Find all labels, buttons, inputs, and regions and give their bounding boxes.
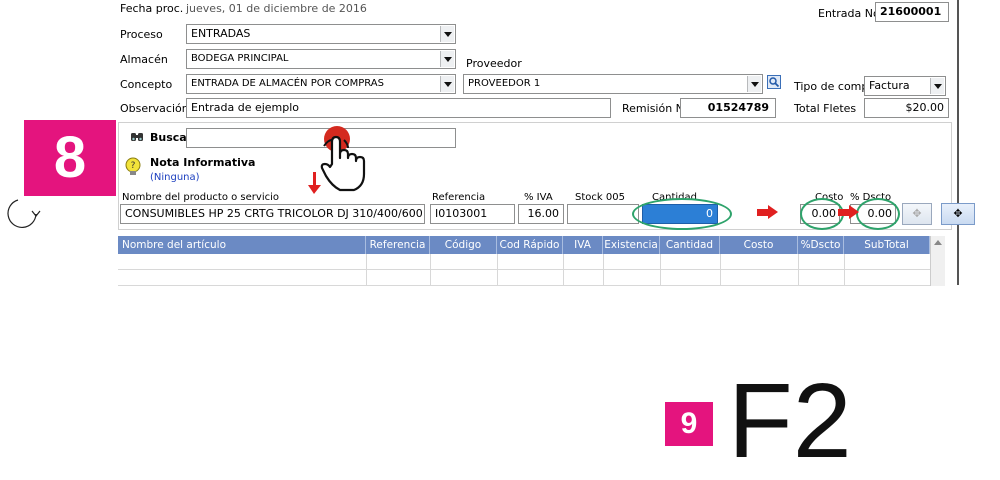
chevron-down-icon[interactable] xyxy=(440,76,454,92)
add-disabled-button: ✥ xyxy=(902,203,932,225)
step-8-badge: 8 xyxy=(24,120,116,196)
remision-input[interactable]: 01524789 xyxy=(680,98,776,118)
col-cantidad[interactable]: Cantidad xyxy=(660,236,720,254)
almacen-value: BODEGA PRINCIPAL xyxy=(191,53,289,64)
svg-text:?: ? xyxy=(131,161,136,171)
iva-input[interactable]: 16.00 xyxy=(518,204,564,224)
dscto-highlight xyxy=(856,198,900,230)
pointing-hand-icon xyxy=(318,134,374,197)
col-nombre[interactable]: Nombre del artículo xyxy=(118,236,366,254)
red-down-arrow-head xyxy=(308,185,321,194)
step-9-badge: 9 xyxy=(665,402,713,446)
f2-key-label: F2 xyxy=(728,362,852,480)
total-fletes-input[interactable]: $20.00 xyxy=(864,98,949,118)
fecha-value: jueves, 01 de diciembre de 2016 xyxy=(186,2,367,15)
entrada-label: Entrada No xyxy=(818,7,880,20)
nota-title: Nota Informativa xyxy=(150,156,256,169)
col-iva[interactable]: IVA xyxy=(563,236,603,254)
scroll-up-icon[interactable] xyxy=(934,240,942,245)
referencia-label: Referencia xyxy=(432,192,486,203)
col-costo[interactable]: Costo xyxy=(720,236,798,254)
binoculars-icon xyxy=(130,131,144,146)
proceso-select[interactable]: ENTRADAS xyxy=(186,24,456,44)
col-existencia[interactable]: Existencia xyxy=(603,236,660,254)
proceso-value: ENTRADAS xyxy=(191,27,251,40)
chevron-down-icon[interactable] xyxy=(930,78,944,94)
tipo-compra-select[interactable]: Factura xyxy=(864,76,946,96)
red-right-arrow-head xyxy=(849,205,859,219)
observacion-input[interactable]: Entrada de ejemplo xyxy=(186,98,611,118)
concepto-select[interactable]: ENTRADA DE ALMACÉN POR COMPRAS xyxy=(186,74,456,94)
col-subtotal[interactable]: SubTotal xyxy=(844,236,930,254)
entrada-number-field[interactable]: 21600001 xyxy=(875,2,949,22)
stock-label: Stock 005 xyxy=(575,192,625,203)
window-right-edge xyxy=(957,0,959,285)
items-grid-header: Nombre del artículo Referencia Código Co… xyxy=(118,236,930,254)
table-row[interactable] xyxy=(118,254,930,270)
search-provider-icon[interactable] xyxy=(767,75,781,89)
almacen-label: Almacén xyxy=(120,53,168,66)
proveedor-label: Proveedor xyxy=(466,57,522,70)
lightbulb-icon: ? xyxy=(124,157,142,180)
proceso-label: Proceso xyxy=(120,28,163,41)
col-referencia[interactable]: Referencia xyxy=(366,236,430,254)
red-right-arrow-head xyxy=(768,205,778,219)
producto-input[interactable]: CONSUMIBLES HP 25 CRTG TRICOLOR DJ 310/4… xyxy=(120,204,425,224)
add-item-button[interactable]: ✥ xyxy=(941,203,975,225)
col-dscto[interactable]: %Dscto xyxy=(798,236,844,254)
col-cod-rapido[interactable]: Cod Rápido xyxy=(497,236,563,254)
iva-label: % IVA xyxy=(524,192,553,203)
red-down-arrow-shaft xyxy=(313,172,316,186)
chevron-down-icon[interactable] xyxy=(747,76,761,92)
chevron-down-icon[interactable] xyxy=(440,51,454,67)
col-codigo[interactable]: Código xyxy=(430,236,497,254)
table-row[interactable] xyxy=(118,270,930,286)
refresh-arrow-icon xyxy=(2,196,42,235)
concepto-label: Concepto xyxy=(120,78,173,91)
total-fletes-label: Total Fletes xyxy=(794,102,857,115)
tipo-compra-value: Factura xyxy=(869,79,910,92)
grid-scrollbar[interactable] xyxy=(930,236,945,286)
nota-value: (Ninguna) xyxy=(150,172,200,183)
nombre-producto-label: Nombre del producto o servicio xyxy=(122,192,279,203)
proveedor-select[interactable]: PROVEEDOR 1 xyxy=(463,74,763,94)
referencia-input[interactable]: I0103001 xyxy=(430,204,515,224)
chevron-down-icon[interactable] xyxy=(440,26,454,42)
almacen-select[interactable]: BODEGA PRINCIPAL xyxy=(186,49,456,69)
proveedor-value: PROVEEDOR 1 xyxy=(468,78,541,89)
observacion-label: Observación xyxy=(120,102,189,115)
fecha-label: Fecha proc. xyxy=(120,2,184,15)
cantidad-highlight xyxy=(632,198,732,230)
concepto-value: ENTRADA DE ALMACÉN POR COMPRAS xyxy=(191,78,384,89)
stock-input xyxy=(567,204,639,224)
